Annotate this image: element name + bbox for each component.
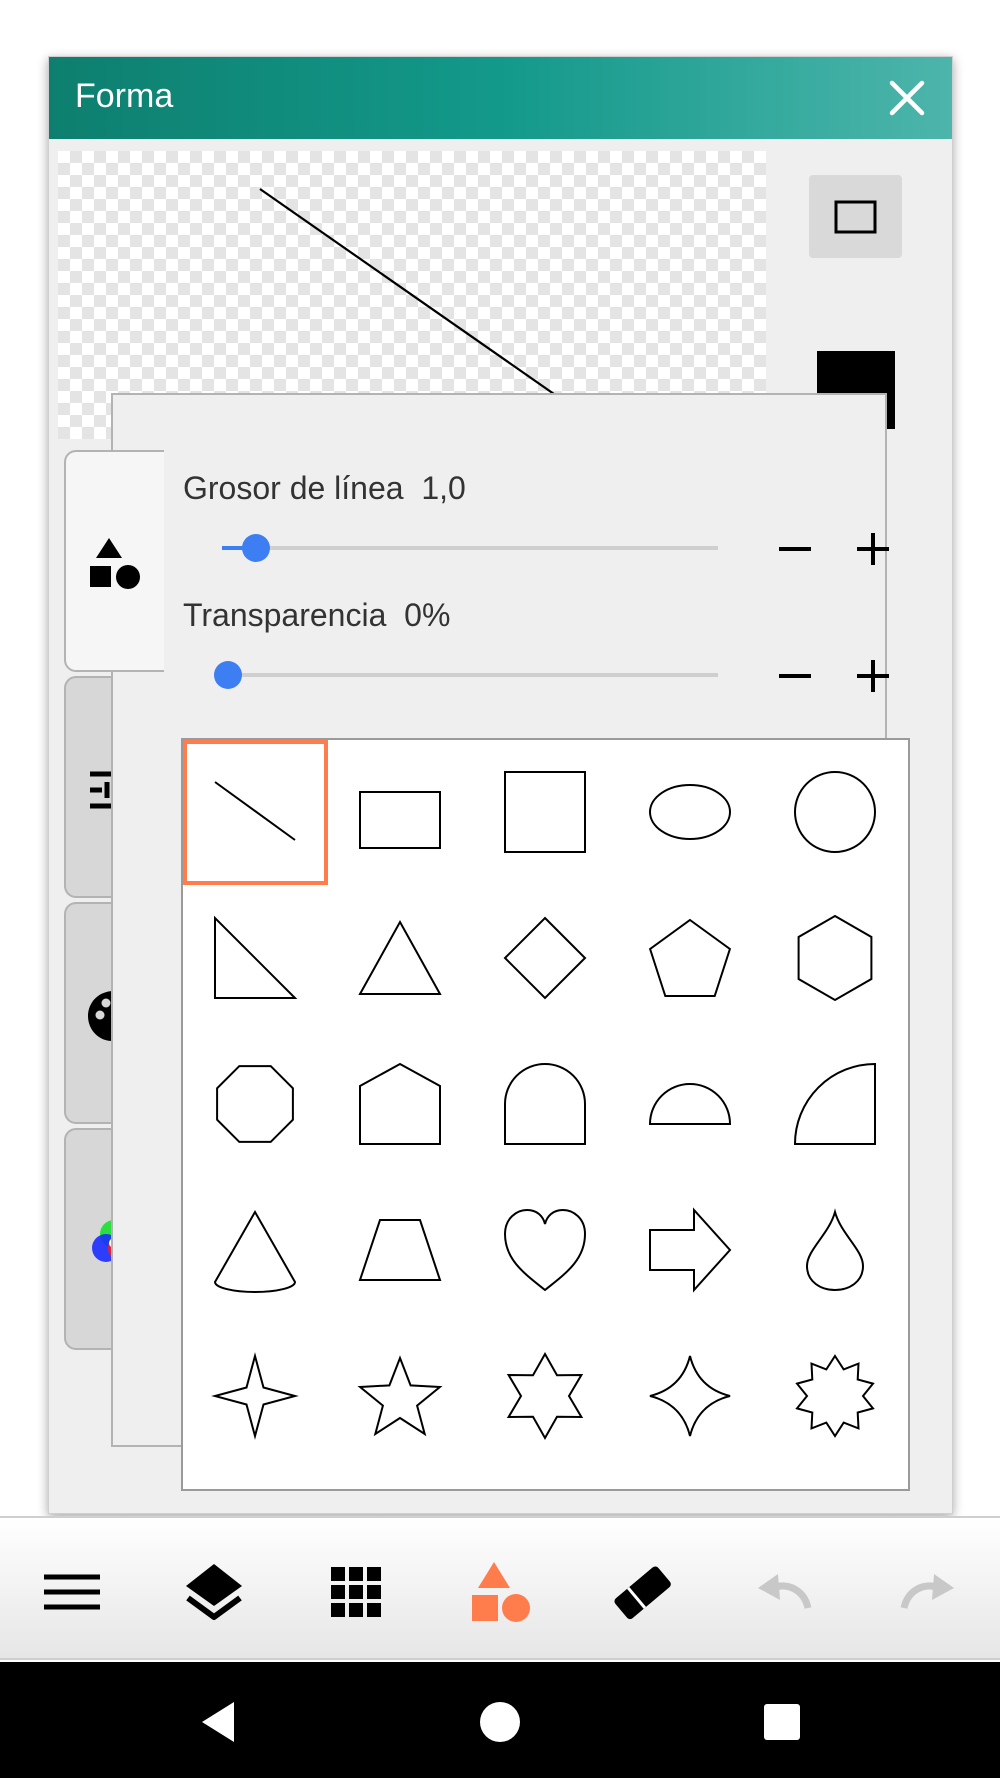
arrow-right-icon xyxy=(649,1207,732,1293)
grid-icon xyxy=(331,1567,381,1617)
line-width-thumb[interactable] xyxy=(241,534,270,562)
redo-icon xyxy=(900,1574,954,1610)
eraser-icon xyxy=(614,1566,671,1620)
pentagon-icon xyxy=(648,918,732,997)
shape-option-drop[interactable] xyxy=(763,1178,908,1323)
undo-button[interactable] xyxy=(748,1556,820,1628)
right-triangle-icon xyxy=(214,915,298,999)
line-width-value: 1,0 xyxy=(421,470,466,506)
transparency-label: Transparencia 0% xyxy=(183,597,451,633)
system-navigation-bar xyxy=(0,1662,1000,1778)
close-icon xyxy=(889,80,925,116)
octagon-icon xyxy=(216,1065,294,1143)
shape-option-star-6[interactable] xyxy=(473,1324,618,1469)
undo-icon xyxy=(758,1574,812,1610)
square-icon xyxy=(504,771,586,853)
transparency-slider[interactable] xyxy=(214,655,720,695)
line-width-plus-button[interactable] xyxy=(851,527,895,571)
diamond-icon xyxy=(503,916,587,1000)
recents-icon xyxy=(764,1704,800,1740)
line-width-slider[interactable] xyxy=(214,528,720,568)
transparency-value: 0% xyxy=(404,597,451,633)
shape-option-octagon[interactable] xyxy=(183,1032,328,1177)
star-5-icon xyxy=(357,1355,443,1437)
nav-home-button[interactable] xyxy=(470,1692,530,1752)
shape-option-quarter-circle[interactable] xyxy=(763,1032,908,1177)
circle-icon xyxy=(794,771,876,853)
shape-option-star-5[interactable] xyxy=(328,1324,473,1469)
home-icon xyxy=(480,1702,520,1742)
transparency-thumb[interactable] xyxy=(214,661,242,689)
rectangle-icon xyxy=(359,791,441,849)
dialog-title: Forma xyxy=(75,77,174,115)
shape-option-arrow-right[interactable] xyxy=(618,1178,763,1323)
shape-option-heart[interactable] xyxy=(473,1178,618,1323)
heart-icon xyxy=(503,1208,587,1292)
minus-icon xyxy=(779,547,811,551)
shapes-icon xyxy=(90,538,140,589)
title-bar: Forma xyxy=(49,57,952,139)
quarter-circle-icon xyxy=(793,1062,876,1145)
grid-button[interactable] xyxy=(320,1556,392,1628)
hexagon-icon xyxy=(797,914,873,1002)
shape-option-line[interactable] xyxy=(183,740,328,885)
shape-option-arch[interactable] xyxy=(473,1032,618,1177)
shape-option-square[interactable] xyxy=(473,740,618,885)
shape-mode-button[interactable] xyxy=(809,175,902,258)
house-pentagon-icon xyxy=(359,1062,441,1145)
shape-option-ellipse[interactable] xyxy=(618,740,763,885)
shape-option-house-pentagon[interactable] xyxy=(328,1032,473,1177)
shape-option-triangle[interactable] xyxy=(328,886,473,1031)
shape-option-star-4[interactable] xyxy=(183,1324,328,1469)
arch-icon xyxy=(504,1063,586,1145)
star-4-icon xyxy=(211,1352,299,1440)
triangle-icon xyxy=(358,919,442,995)
rectangle-outline-icon xyxy=(834,200,877,234)
shape-option-pentagon[interactable] xyxy=(618,886,763,1031)
ellipse-icon xyxy=(649,784,731,840)
shape-option-hexagon[interactable] xyxy=(763,886,908,1031)
shape-option-semicircle[interactable] xyxy=(618,1032,763,1177)
nav-back-button[interactable] xyxy=(188,1692,248,1752)
menu-icon xyxy=(44,1574,100,1610)
shape-grid xyxy=(181,738,910,1491)
line-width-label: Grosor de línea 1,0 xyxy=(183,470,466,506)
drop-icon xyxy=(805,1208,865,1292)
shapes-icon xyxy=(472,1562,530,1622)
layers-icon xyxy=(186,1564,242,1620)
shape-option-star-burst[interactable] xyxy=(763,1324,908,1469)
bottom-toolbar xyxy=(0,1516,1000,1660)
tab-shapes[interactable] xyxy=(64,450,164,672)
shape-option-diamond[interactable] xyxy=(473,886,618,1031)
layers-button[interactable] xyxy=(178,1556,250,1628)
semicircle-icon xyxy=(648,1083,732,1125)
cone-icon xyxy=(213,1209,297,1293)
line-icon xyxy=(214,781,296,841)
star-6-icon xyxy=(506,1351,584,1441)
line-width-minus-button[interactable] xyxy=(773,527,817,571)
shape-option-rectangle[interactable] xyxy=(328,740,473,885)
plus-icon xyxy=(857,533,889,565)
star-burst-icon xyxy=(795,1354,875,1438)
transparency-minus-button[interactable] xyxy=(773,654,817,698)
nav-recents-button[interactable] xyxy=(752,1692,812,1752)
close-button[interactable] xyxy=(882,73,932,123)
transparency-plus-button[interactable] xyxy=(851,654,895,698)
shapes-tool-button[interactable] xyxy=(464,1556,536,1628)
shape-option-cone[interactable] xyxy=(183,1178,328,1323)
star-4-curved-icon xyxy=(649,1355,731,1437)
eraser-button[interactable] xyxy=(606,1556,678,1628)
shape-option-trapezoid[interactable] xyxy=(328,1178,473,1323)
trapezoid-icon xyxy=(358,1219,442,1281)
back-icon xyxy=(202,1702,234,1742)
shape-option-star-4-curved[interactable] xyxy=(618,1324,763,1469)
menu-button[interactable] xyxy=(36,1556,108,1628)
redo-button[interactable] xyxy=(892,1556,964,1628)
plus-icon xyxy=(857,660,889,692)
minus-icon xyxy=(779,674,811,678)
shape-option-right-triangle[interactable] xyxy=(183,886,328,1031)
shape-option-circle[interactable] xyxy=(763,740,908,885)
